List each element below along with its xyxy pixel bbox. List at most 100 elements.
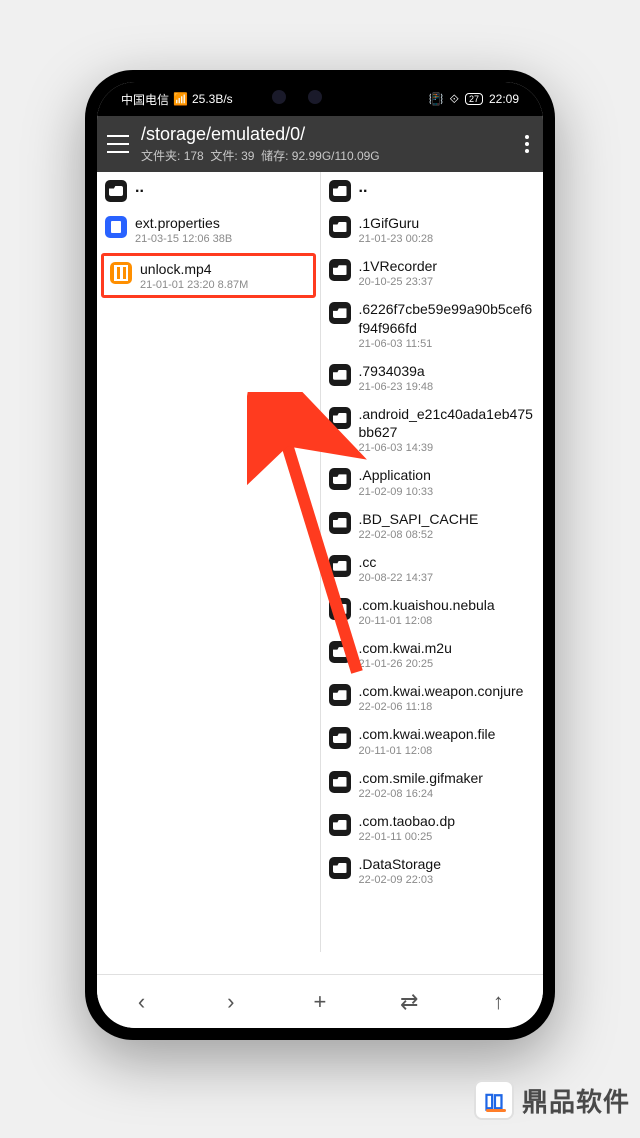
file-row[interactable]: .com.kwai.weapon.file 20-11-01 12:08 bbox=[321, 719, 544, 762]
file-name: .com.taobao.dp bbox=[359, 812, 536, 830]
file-meta: 22-02-08 08:52 bbox=[359, 529, 536, 541]
file-name: .DataStorage bbox=[359, 855, 536, 873]
folder-icon bbox=[329, 857, 351, 879]
file-row[interactable]: .com.smile.gifmaker22-02-08 16:24 bbox=[321, 763, 544, 806]
folder-icon bbox=[329, 216, 351, 238]
file-name: .com.smile.gifmaker bbox=[359, 769, 536, 787]
bottom-nav: ‹ › + ⇄ ↑ bbox=[97, 974, 543, 1028]
folder-icon bbox=[329, 771, 351, 793]
camera-notch bbox=[250, 82, 390, 110]
file-name: .com.kwai.weapon.file bbox=[359, 725, 536, 743]
phone-frame: 中国电信 📶 25.3B/s 📳 ⟐ 27 22:09 /storage/emu… bbox=[85, 70, 555, 1040]
watermark: 吅 鼎品软件 bbox=[474, 1080, 630, 1120]
folder-icon bbox=[105, 180, 127, 202]
file-row[interactable]: .DataStorage22-02-09 22:03 bbox=[321, 849, 544, 892]
folder-icon bbox=[329, 407, 351, 429]
file-meta: 22-02-06 11:18 bbox=[359, 701, 536, 713]
nav-back-button[interactable]: ‹ bbox=[122, 989, 162, 1015]
folder-icon bbox=[329, 641, 351, 663]
nav-swap-button[interactable]: ⇄ bbox=[389, 989, 429, 1015]
nav-add-button[interactable]: + bbox=[300, 989, 340, 1015]
path-stats: 文件夹: 178 文件: 39 储存: 92.99G/110.09G bbox=[141, 147, 380, 164]
parent-label: .. bbox=[359, 178, 536, 199]
file-meta: 21-01-26 20:25 bbox=[359, 658, 536, 670]
file-meta: 21-02-09 10:33 bbox=[359, 486, 536, 498]
file-meta: 21-06-03 11:51 bbox=[359, 338, 536, 350]
file-row[interactable]: .cc20-08-22 14:37 bbox=[321, 547, 544, 590]
file-row[interactable]: ext.properties21-03-15 12:06 38B bbox=[97, 208, 320, 251]
header-text: /storage/emulated/0/ 文件夹: 178 文件: 39 储存:… bbox=[141, 124, 380, 164]
file-name: .BD_SAPI_CACHE bbox=[359, 510, 536, 528]
folder-icon bbox=[329, 468, 351, 490]
file-row[interactable]: .android_e21c40ada1eb475bb62721-06-03 14… bbox=[321, 399, 544, 460]
file-row[interactable]: .BD_SAPI_CACHE22-02-08 08:52 bbox=[321, 504, 544, 547]
file-meta: 21-03-15 12:06 38B bbox=[135, 233, 312, 245]
file-name: .6226f7cbe59e99a90b5cef6f94f966fd bbox=[359, 300, 536, 336]
file-row[interactable]: .1GifGuru21-01-23 00:28 bbox=[321, 208, 544, 251]
folder-icon bbox=[329, 302, 351, 324]
file-meta: 20-11-01 12:08 bbox=[359, 615, 536, 627]
file-name: ext.properties bbox=[135, 214, 312, 232]
file-name: .android_e21c40ada1eb475bb627 bbox=[359, 405, 536, 441]
file-meta: 20-11-01 12:08 bbox=[359, 745, 536, 757]
folder-icon bbox=[329, 555, 351, 577]
right-pane[interactable]: ...1GifGuru21-01-23 00:28.1VRecorder20-1… bbox=[321, 172, 544, 952]
nav-forward-button[interactable]: › bbox=[211, 989, 251, 1015]
carrier-label: 中国电信 bbox=[121, 91, 169, 108]
file-name: .cc bbox=[359, 553, 536, 571]
overflow-menu-button[interactable] bbox=[521, 131, 533, 157]
nav-up-button[interactable]: ↑ bbox=[478, 989, 518, 1015]
folder-icon bbox=[329, 364, 351, 386]
parent-label: .. bbox=[135, 178, 312, 199]
speed-label: 25.3B/s bbox=[192, 92, 233, 106]
vid-icon bbox=[110, 262, 132, 284]
watermark-logo: 吅 bbox=[474, 1080, 514, 1120]
dual-pane: ..ext.properties21-03-15 12:06 38Bunlock… bbox=[97, 172, 543, 952]
file-row[interactable]: .com.kuaishou.nebula20-11-01 12:08 bbox=[321, 590, 544, 633]
file-meta: 21-01-01 23:20 8.87M bbox=[140, 279, 307, 291]
file-name: .1VRecorder bbox=[359, 257, 536, 275]
menu-button[interactable] bbox=[107, 135, 129, 153]
file-meta: 21-06-23 19:48 bbox=[359, 381, 536, 393]
folder-icon bbox=[329, 259, 351, 281]
file-name: .com.kwai.m2u bbox=[359, 639, 536, 657]
folder-icon bbox=[329, 684, 351, 706]
file-meta: 20-08-22 14:37 bbox=[359, 572, 536, 584]
file-row[interactable]: .6226f7cbe59e99a90b5cef6f94f966fd 21-06-0… bbox=[321, 294, 544, 355]
battery-level: 27 bbox=[465, 93, 483, 105]
file-meta: 21-06-03 14:39 bbox=[359, 442, 536, 454]
watermark-text: 鼎品软件 bbox=[522, 1082, 630, 1119]
signal-icon: 📶 bbox=[173, 92, 188, 106]
file-name: .7934039a bbox=[359, 362, 536, 380]
file-name: unlock.mp4 bbox=[140, 260, 307, 278]
file-meta: 22-02-09 22:03 bbox=[359, 874, 536, 886]
folder-icon bbox=[329, 727, 351, 749]
current-path[interactable]: /storage/emulated/0/ bbox=[141, 124, 380, 145]
parent-dir-row[interactable]: .. bbox=[97, 172, 320, 208]
clock: 22:09 bbox=[489, 92, 519, 106]
file-row[interactable]: .com.taobao.dp22-01-11 00:25 bbox=[321, 806, 544, 849]
file-row[interactable]: .com.kwai.m2u21-01-26 20:25 bbox=[321, 633, 544, 676]
parent-dir-row[interactable]: .. bbox=[321, 172, 544, 208]
folder-icon bbox=[329, 598, 351, 620]
file-name: .1GifGuru bbox=[359, 214, 536, 232]
app-header: /storage/emulated/0/ 文件夹: 178 文件: 39 储存:… bbox=[97, 116, 543, 172]
file-row[interactable]: .com.kwai.weapon.conjure22-02-06 11:18 bbox=[321, 676, 544, 719]
file-row[interactable]: .Application 21-02-09 10:33 bbox=[321, 460, 544, 503]
vibrate-icon: 📳 bbox=[429, 92, 444, 106]
left-pane[interactable]: ..ext.properties21-03-15 12:06 38Bunlock… bbox=[97, 172, 321, 952]
doc-icon bbox=[105, 216, 127, 238]
file-row[interactable]: .7934039a21-06-23 19:48 bbox=[321, 356, 544, 399]
bluetooth-icon: ⟐ bbox=[449, 92, 458, 107]
file-name: .Application bbox=[359, 466, 536, 484]
folder-icon bbox=[329, 512, 351, 534]
file-meta: 21-01-23 00:28 bbox=[359, 233, 536, 245]
file-meta: 20-10-25 23:37 bbox=[359, 276, 536, 288]
file-row-highlighted[interactable]: unlock.mp421-01-01 23:20 8.87M bbox=[101, 253, 316, 298]
file-row[interactable]: .1VRecorder20-10-25 23:37 bbox=[321, 251, 544, 294]
folder-icon bbox=[329, 180, 351, 202]
file-name: .com.kwai.weapon.conjure bbox=[359, 682, 536, 700]
phone-screen: 中国电信 📶 25.3B/s 📳 ⟐ 27 22:09 /storage/emu… bbox=[97, 82, 543, 1028]
file-meta: 22-01-11 00:25 bbox=[359, 831, 536, 843]
file-name: .com.kuaishou.nebula bbox=[359, 596, 536, 614]
